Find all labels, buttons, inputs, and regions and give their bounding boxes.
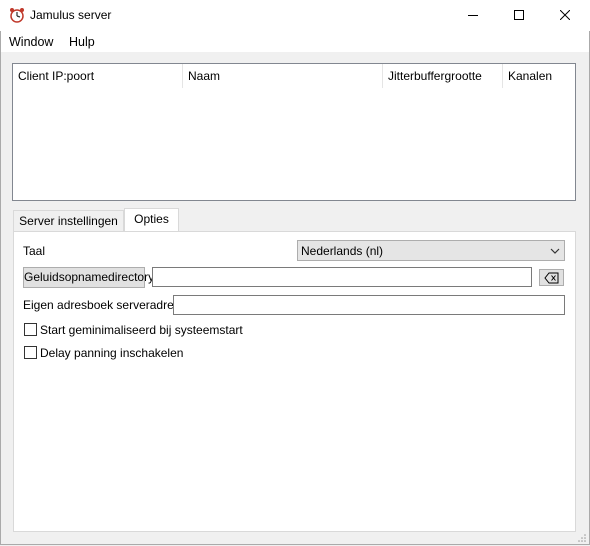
resize-grip-icon[interactable] (577, 532, 587, 542)
delay-panning-label: Delay panning inschakelen (40, 346, 184, 360)
recording-directory-field[interactable] (152, 267, 532, 287)
window-title: Jamulus server (30, 8, 112, 22)
title-bar: Jamulus server (0, 0, 590, 31)
start-minimized-checkbox[interactable] (24, 323, 37, 336)
language-select[interactable]: Nederlands (nl) (297, 240, 565, 261)
close-icon (559, 9, 571, 23)
menu-window[interactable]: Window (9, 35, 53, 49)
close-button[interactable] (542, 0, 588, 31)
jamulus-app-icon (9, 7, 25, 23)
tab-server-settings[interactable]: Server instellingen (13, 210, 124, 231)
backspace-icon (543, 272, 560, 287)
clear-recording-directory-button[interactable] (539, 269, 564, 286)
delay-panning-checkbox[interactable] (24, 346, 37, 359)
minimize-icon (468, 9, 478, 23)
column-header-client-ip[interactable]: Client IP:poort (13, 64, 183, 88)
maximize-icon (514, 9, 524, 23)
menu-hulp[interactable]: Hulp (69, 35, 95, 49)
start-minimized-label: Start geminimaliseerd bij systeemstart (40, 323, 243, 337)
language-select-value: Nederlands (nl) (301, 244, 384, 258)
chevron-down-icon (550, 245, 560, 255)
maximize-button[interactable] (496, 0, 542, 31)
directory-address-field[interactable] (173, 295, 565, 315)
tab-options[interactable]: Opties (124, 208, 179, 232)
recording-directory-button[interactable]: Geluidsopnamedirectory (23, 267, 154, 288)
client-list-table[interactable]: Client IP:poort Naam Jitterbuffergrootte… (12, 63, 576, 201)
window-border-left (0, 31, 1, 545)
directory-address-label: Eigen adresboek serveradres: (23, 298, 184, 312)
column-header-name[interactable]: Naam (183, 64, 383, 88)
language-label: Taal (23, 244, 46, 258)
column-header-channels[interactable]: Kanalen (503, 64, 575, 88)
minimize-button[interactable] (450, 0, 496, 31)
menu-bar: Window Hulp (0, 31, 590, 52)
column-header-jitter-buffer[interactable]: Jitterbuffergrootte (383, 64, 503, 88)
